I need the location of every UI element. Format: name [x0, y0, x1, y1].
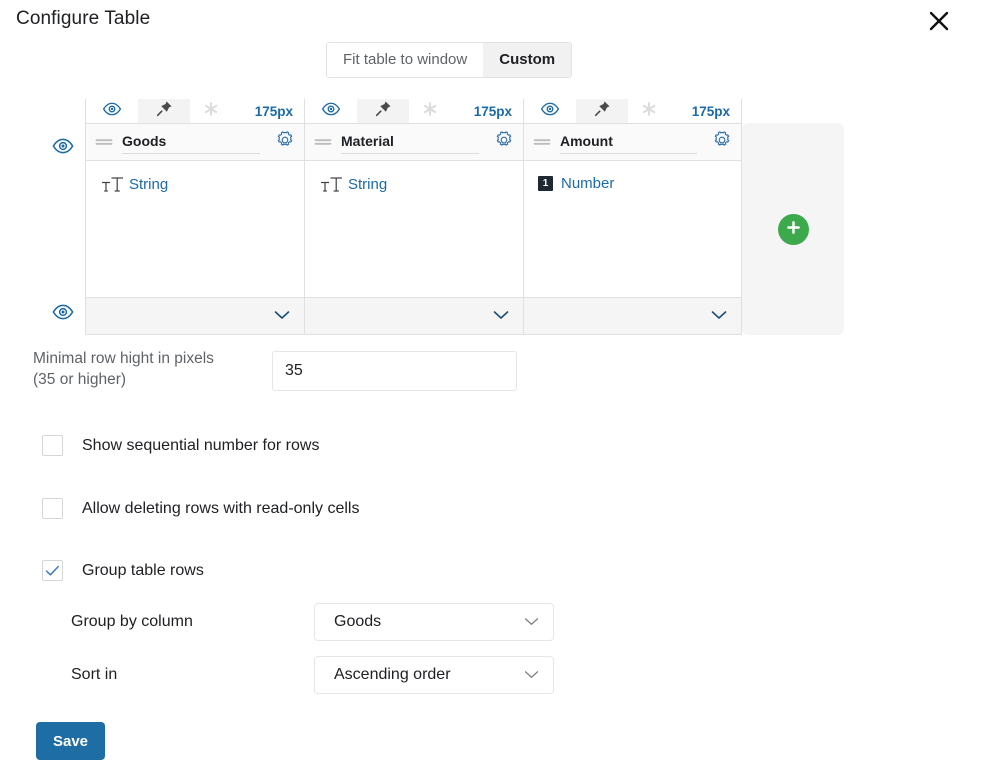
pin-icon: [375, 100, 392, 122]
option-label: Show sequential number for rows: [82, 436, 320, 454]
minimal-row-height-label: Minimal row hight in pixels (35 or highe…: [33, 348, 263, 390]
column-footer-expand-button[interactable]: [85, 297, 304, 335]
eye-icon: [52, 304, 74, 325]
column-width-value[interactable]: 175px: [670, 99, 741, 123]
column-toolbar: 175px: [85, 99, 304, 123]
column-name-input[interactable]: Material: [341, 131, 479, 154]
checkbox-unchecked-icon[interactable]: [42, 498, 63, 519]
column-list: 175px Goods String 175px Material String…: [85, 99, 742, 335]
column-visibility-button[interactable]: [524, 99, 576, 123]
add-column-panel: [742, 123, 844, 335]
add-column-button[interactable]: [777, 213, 809, 245]
eye-icon: [540, 102, 560, 121]
column-type-label: String: [129, 175, 169, 193]
text-type-icon: [100, 175, 126, 193]
column-settings-button[interactable]: [266, 130, 304, 154]
column-amount: 175px Amount 1 Number: [523, 99, 742, 335]
configure-table-dialog: Configure Table Fit table to window Cust…: [0, 0, 988, 770]
eye-icon: [52, 138, 74, 159]
drag-handle-icon[interactable]: [305, 137, 341, 147]
column-required-button[interactable]: [628, 99, 670, 123]
chevron-down-icon: [524, 666, 539, 684]
column-goods: 175px Goods String: [85, 99, 304, 335]
group-by-column-select[interactable]: Goods: [314, 603, 554, 641]
asterisk-icon: [204, 101, 218, 121]
column-toolbar: 175px: [523, 99, 742, 123]
option-label: Group table rows: [82, 561, 204, 579]
column-settings-button[interactable]: [485, 130, 523, 154]
chevron-down-icon: [711, 307, 727, 325]
column-body: String: [304, 161, 523, 297]
column-type-label: String: [348, 175, 388, 193]
close-button[interactable]: [924, 6, 954, 36]
text-type-icon: [319, 175, 345, 193]
pin-icon: [594, 100, 611, 122]
chevron-down-icon: [274, 307, 290, 325]
column-body: 1 Number: [523, 161, 742, 297]
column-pin-button[interactable]: [576, 99, 628, 123]
chevron-down-icon: [524, 613, 539, 631]
sort-in-select[interactable]: Ascending order: [314, 656, 554, 694]
toggle-all-footers-visibility-button[interactable]: [50, 303, 76, 325]
column-type-selector[interactable]: String: [319, 175, 523, 193]
gear-icon: [276, 130, 294, 154]
asterisk-icon: [642, 101, 656, 121]
toggle-all-columns-visibility-button[interactable]: [50, 137, 76, 159]
column-name-input[interactable]: Goods: [122, 131, 260, 154]
column-footer-expand-button[interactable]: [523, 297, 742, 335]
column-width-value[interactable]: 175px: [232, 99, 304, 123]
eye-icon: [321, 102, 341, 121]
checkbox-unchecked-icon[interactable]: [42, 435, 63, 456]
minimal-row-height-label-line1: Minimal row hight in pixels: [33, 350, 214, 367]
column-material: 175px Material String: [304, 99, 523, 335]
column-name-row: Material: [304, 123, 523, 161]
close-icon: [926, 8, 952, 34]
column-body: String: [85, 161, 304, 297]
drag-handle-icon[interactable]: [86, 137, 122, 147]
gear-icon: [495, 130, 513, 154]
option-group-table-rows[interactable]: Group table rows: [42, 560, 204, 581]
plus-icon: [785, 219, 802, 239]
column-visibility-button[interactable]: [86, 99, 138, 123]
minimal-row-height-input[interactable]: [272, 351, 517, 391]
save-button[interactable]: Save: [36, 722, 105, 760]
column-name-row: Goods: [85, 123, 304, 161]
option-show-sequential-number[interactable]: Show sequential number for rows: [42, 435, 319, 456]
table-sizing-mode-toggle: Fit table to window Custom: [326, 42, 573, 78]
column-toolbar: 175px: [304, 99, 523, 123]
column-footer-expand-button[interactable]: [304, 297, 523, 335]
column-visibility-button[interactable]: [305, 99, 357, 123]
column-settings-button[interactable]: [703, 130, 741, 154]
column-required-button[interactable]: [190, 99, 232, 123]
sort-in-value: Ascending order: [334, 666, 451, 683]
eye-icon: [102, 102, 122, 121]
sort-in-label: Sort in: [71, 666, 118, 683]
column-type-selector[interactable]: String: [100, 175, 304, 193]
column-type-label: Number: [561, 175, 615, 192]
page-title: Configure Table: [16, 8, 151, 29]
option-label: Allow deleting rows with read-only cells: [82, 499, 360, 517]
column-pin-button[interactable]: [138, 99, 190, 123]
drag-handle-icon[interactable]: [524, 137, 560, 147]
tab-fit-table-to-window[interactable]: Fit table to window: [327, 43, 484, 77]
chevron-down-icon: [493, 307, 509, 325]
group-by-column-label: Group by column: [71, 613, 193, 630]
column-required-button[interactable]: [409, 99, 451, 123]
pin-icon: [156, 100, 173, 122]
tab-custom[interactable]: Custom: [483, 43, 572, 77]
gear-icon: [713, 130, 731, 154]
minimal-row-height-label-line2: (35 or higher): [33, 371, 127, 388]
column-name-row: Amount: [523, 123, 742, 161]
column-visibility-rail: [44, 99, 85, 335]
columns-editor: 175px Goods String 175px Material String…: [44, 99, 844, 335]
column-type-selector[interactable]: 1 Number: [538, 175, 741, 192]
checkbox-checked-icon[interactable]: [42, 560, 63, 581]
column-pin-button[interactable]: [357, 99, 409, 123]
option-allow-deleting-rows[interactable]: Allow deleting rows with read-only cells: [42, 498, 359, 519]
column-name-input[interactable]: Amount: [560, 131, 697, 154]
column-width-value[interactable]: 175px: [451, 99, 523, 123]
number-type-icon: 1: [538, 175, 553, 191]
asterisk-icon: [423, 101, 437, 121]
group-by-column-value: Goods: [334, 613, 382, 630]
